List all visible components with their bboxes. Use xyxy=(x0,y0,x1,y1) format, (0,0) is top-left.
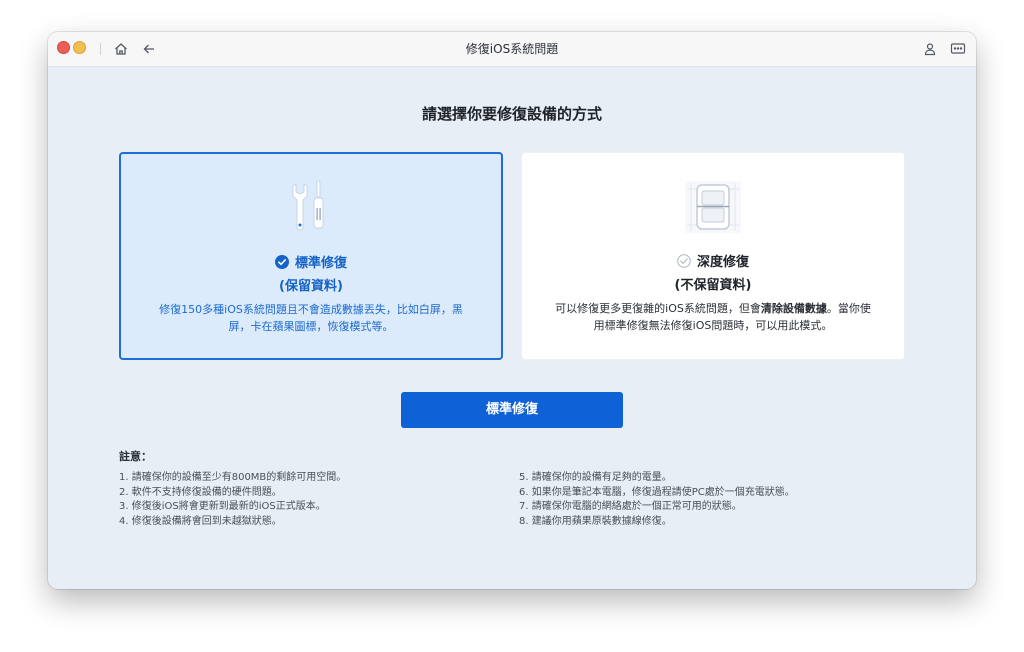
check-circle-icon xyxy=(274,254,289,269)
description-line: 用標準修復無法修復iOS問題時，可以用此模式。 xyxy=(593,319,833,332)
minimize-window-button[interactable] xyxy=(73,41,86,54)
deep-repair-title: 深度修復 xyxy=(696,255,749,270)
user-icon[interactable] xyxy=(921,40,939,58)
description-emphasis: 清除設備數據 xyxy=(760,302,827,315)
description-line: 修復150多種iOS系統問題且不會造成數據丟失，比如白屏，黑 xyxy=(159,303,463,316)
description-text: 。當你使 xyxy=(826,302,871,315)
notes-title: 註意： xyxy=(119,450,152,463)
standard-repair-subtitle: (保留資料) xyxy=(279,279,343,294)
toolbar-divider xyxy=(100,43,101,55)
notes-list-left: 1. 請確保你的設備至少有800MB的剩餘可用空間。 2. 軟件不支持修復設備的… xyxy=(119,471,346,529)
deep-repair-subtitle: (不保留資料) xyxy=(674,278,752,293)
start-repair-button[interactable]: 標準修復 xyxy=(401,392,623,428)
close-window-button[interactable] xyxy=(57,41,70,54)
note-item: 7. 請確保你電腦的網絡處於一個正常可用的狀態。 xyxy=(519,501,742,512)
unchecked-circle-icon xyxy=(677,253,691,268)
wrench-screwdriver-icon xyxy=(279,176,343,240)
window-title: 修復iOS系統問題 xyxy=(465,42,559,56)
note-item: 8. 建議你用蘋果原裝數據線修復。 xyxy=(519,515,672,527)
note-item: 3. 修復後iOS將會更新到最新的iOS正式版本。 xyxy=(119,501,326,512)
standard-repair-card[interactable]: 標準修復 (保留資料) 修復150多種iOS系統問題且不會造成數據丟失，比如白屏… xyxy=(119,152,503,360)
description-line: 可以修復更多更復雜的iOS系統問題，但會清除設備數據。當你使 xyxy=(546,300,880,317)
description-line: 屏，卡在蘋果圖標，恢復模式等。 xyxy=(228,320,394,333)
home-icon[interactable] xyxy=(112,40,130,58)
description-text: 可以修復更多更復雜的iOS系統問題，但會 xyxy=(555,302,761,315)
notes-list-right: 5. 請確保你的設備有足夠的電量。 6. 如果你是筆記本電腦，修復過程請使PC處… xyxy=(519,471,795,529)
deep-repair-description: 可以修復更多更復雜的iOS系統問題，但會清除設備數據。當你使 用標準修復無法修復… xyxy=(546,300,880,334)
note-item: 4. 修復後設備將會回到未越獄狀態。 xyxy=(119,515,282,527)
title-bar: 修復iOS系統問題 xyxy=(48,32,976,67)
standard-repair-description: 修復150多種iOS系統問題且不會造成數據丟失，比如白屏，黑 屏，卡在蘋果圖標，… xyxy=(145,301,477,335)
app-window: 修復iOS系統問題 請選擇你要修復設備的方式 標準修復 (保留資料) 修復150… xyxy=(48,32,976,589)
note-item: 2. 軟件不支持修復設備的硬件問題。 xyxy=(119,486,282,498)
standard-repair-title-row: 標準修復 xyxy=(121,252,501,271)
deep-repair-card[interactable]: 深度修復 (不保留資料) 可以修復更多更復雜的iOS系統問題，但會清除設備數據。… xyxy=(521,152,905,360)
note-item: 1. 請確保你的設備至少有800MB的剩餘可用空間。 xyxy=(119,472,347,483)
page-heading: 請選擇你要修復設備的方式 xyxy=(421,105,602,123)
note-item: 6. 如果你是筆記本電腦，修復過程請使PC處於一個充電狀態。 xyxy=(519,486,795,498)
note-item: 5. 請確保你的設備有足夠的電量。 xyxy=(519,472,672,483)
standard-repair-title: 標準修復 xyxy=(294,256,347,271)
arrow-left-icon[interactable] xyxy=(140,40,158,58)
device-repair-icon xyxy=(681,175,745,239)
chat-icon[interactable] xyxy=(949,40,967,58)
deep-repair-title-row: 深度修復 xyxy=(522,251,904,270)
